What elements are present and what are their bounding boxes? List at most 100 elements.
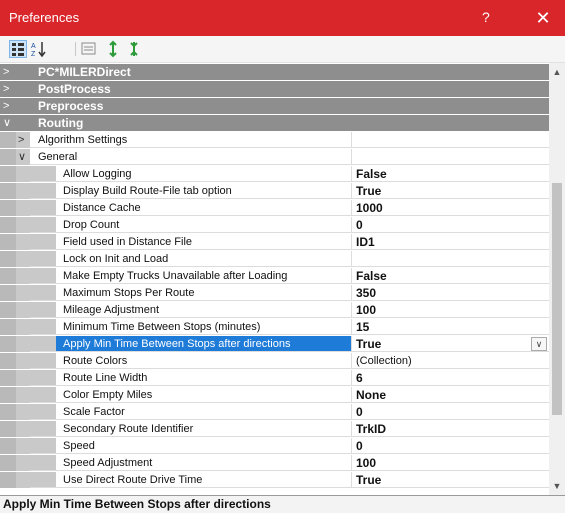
property-value[interactable]: 0 xyxy=(352,404,549,420)
property-value[interactable]: True xyxy=(352,336,549,352)
chevron-down-icon[interactable]: ∨ xyxy=(3,115,15,131)
property-value[interactable]: 100 xyxy=(352,302,549,318)
property-value[interactable]: True xyxy=(352,472,549,488)
property-row[interactable]: Speed Adjustment 100 xyxy=(0,455,549,471)
property-value[interactable]: 6 xyxy=(352,370,549,386)
expand-all-button[interactable] xyxy=(104,40,122,58)
property-row[interactable]: Allow Logging False xyxy=(0,166,549,182)
property-row[interactable]: Secondary Route Identifier TrkID xyxy=(0,421,549,437)
property-row[interactable]: Distance Cache 1000 xyxy=(0,200,549,216)
description-text: Apply Min Time Between Stops after direc… xyxy=(3,497,271,511)
property-label: Drop Count xyxy=(56,217,351,233)
category-pcmilerdirect[interactable]: > PC*MILERDirect xyxy=(0,64,549,80)
property-label: Allow Logging xyxy=(56,166,351,182)
property-row[interactable]: Speed 0 xyxy=(0,438,549,454)
property-value[interactable]: 15 xyxy=(352,319,549,335)
property-value[interactable]: (Collection) xyxy=(352,353,549,369)
collapse-all-button[interactable] xyxy=(125,40,143,58)
categorized-icon xyxy=(12,43,24,56)
subgroup-general[interactable]: ∨ General xyxy=(0,149,549,165)
property-label: Field used in Distance File xyxy=(56,234,351,250)
property-value[interactable]: 100 xyxy=(352,455,549,471)
property-row[interactable]: Scale Factor 0 xyxy=(0,404,549,420)
category-postprocess[interactable]: > PostProcess xyxy=(0,81,549,97)
property-pages-icon xyxy=(81,42,96,55)
property-label: Speed Adjustment xyxy=(56,455,351,471)
property-label: Lock on Init and Load xyxy=(56,251,351,267)
category-preprocess[interactable]: > Preprocess xyxy=(0,98,549,114)
help-button[interactable]: ? xyxy=(482,9,490,25)
scrollbar-thumb[interactable] xyxy=(552,183,562,415)
property-value[interactable]: 0 xyxy=(352,438,549,454)
category-routing[interactable]: ∨ Routing xyxy=(0,115,549,131)
property-row[interactable]: Route Line Width 6 xyxy=(0,370,549,386)
property-label: Speed xyxy=(56,438,351,454)
property-row[interactable]: Display Build Route-File tab option True xyxy=(0,183,549,199)
property-row[interactable]: Make Empty Trucks Unavailable after Load… xyxy=(0,268,549,284)
chevron-down-icon[interactable]: ∨ xyxy=(18,149,30,165)
chevron-right-icon[interactable]: > xyxy=(3,81,15,97)
title-bar: Preferences ? ✕ xyxy=(0,0,565,36)
property-row[interactable]: Minimum Time Between Stops (minutes) 15 xyxy=(0,319,549,335)
property-label: Route Colors xyxy=(56,353,351,369)
subgroup-value xyxy=(352,132,549,148)
property-value[interactable]: TrkID xyxy=(352,421,549,437)
svg-text:A: A xyxy=(31,43,36,50)
toolbar: AZ xyxy=(0,36,565,63)
scroll-up-icon[interactable]: ▲ xyxy=(552,67,562,77)
description-pane: Apply Min Time Between Stops after direc… xyxy=(0,495,565,513)
category-label: PC*MILERDirect xyxy=(38,65,131,79)
property-row[interactable]: Route Colors (Collection) xyxy=(0,353,549,369)
dropdown-arrow-icon[interactable]: ∨ xyxy=(531,337,547,351)
property-value[interactable] xyxy=(352,251,549,267)
property-label: Minimum Time Between Stops (minutes) xyxy=(56,319,351,335)
category-label: PostProcess xyxy=(38,82,111,96)
property-grid: > PC*MILERDirect > PostProcess > Preproc… xyxy=(0,63,549,495)
scroll-down-icon[interactable]: ▼ xyxy=(552,481,562,491)
property-row[interactable]: Apply Min Time Between Stops after direc… xyxy=(0,336,549,352)
categorized-view-button[interactable] xyxy=(9,40,27,58)
property-label: Apply Min Time Between Stops after direc… xyxy=(56,336,351,352)
chevron-right-icon[interactable]: > xyxy=(18,132,30,148)
sort-az-icon: AZ xyxy=(31,42,46,58)
category-label: Routing xyxy=(38,116,84,130)
property-value[interactable]: 350 xyxy=(352,285,549,301)
property-value[interactable]: False xyxy=(352,166,549,182)
property-label: Display Build Route-File tab option xyxy=(56,183,351,199)
close-button[interactable]: ✕ xyxy=(529,6,557,30)
property-row[interactable]: Drop Count 0 xyxy=(0,217,549,233)
property-row[interactable]: Field used in Distance File ID1 xyxy=(0,234,549,250)
property-label: Make Empty Trucks Unavailable after Load… xyxy=(56,268,351,284)
category-label: Preprocess xyxy=(38,99,104,113)
property-value[interactable]: ID1 xyxy=(352,234,549,250)
subgroup-label: Algorithm Settings xyxy=(38,132,351,148)
subgroup-algorithm-settings[interactable]: > Algorithm Settings xyxy=(0,132,549,148)
property-label: Scale Factor xyxy=(56,404,351,420)
property-row[interactable]: Lock on Init and Load xyxy=(0,251,549,267)
vertical-scrollbar[interactable]: ▲ ▼ xyxy=(549,63,565,495)
property-label: Route Line Width xyxy=(56,370,351,386)
property-row[interactable]: Maximum Stops Per Route 350 xyxy=(0,285,549,301)
alphabetical-sort-button[interactable]: AZ xyxy=(30,40,48,58)
property-label: Use Direct Route Drive Time xyxy=(56,472,351,488)
property-row[interactable]: Color Empty Miles None xyxy=(0,387,549,403)
property-value[interactable]: 1000 xyxy=(352,200,549,216)
property-label: Secondary Route Identifier xyxy=(56,421,351,437)
svg-text:Z: Z xyxy=(31,51,36,58)
collapse-icon xyxy=(130,42,138,56)
chevron-right-icon[interactable]: > xyxy=(3,98,15,114)
property-label: Color Empty Miles xyxy=(56,387,351,403)
property-label: Maximum Stops Per Route xyxy=(56,285,351,301)
property-row[interactable]: Use Direct Route Drive Time True xyxy=(0,472,549,488)
expand-icon xyxy=(109,40,117,58)
property-value[interactable]: 0 xyxy=(352,217,549,233)
window-title: Preferences xyxy=(9,10,80,25)
chevron-right-icon[interactable]: > xyxy=(3,64,15,80)
property-value[interactable]: None xyxy=(352,387,549,403)
subgroup-label: General xyxy=(38,149,351,165)
property-row[interactable]: Mileage Adjustment 100 xyxy=(0,302,549,318)
property-value[interactable]: False xyxy=(352,268,549,284)
property-pages-button[interactable] xyxy=(80,40,98,58)
subgroup-value xyxy=(352,149,549,165)
property-value[interactable]: True xyxy=(352,183,549,199)
